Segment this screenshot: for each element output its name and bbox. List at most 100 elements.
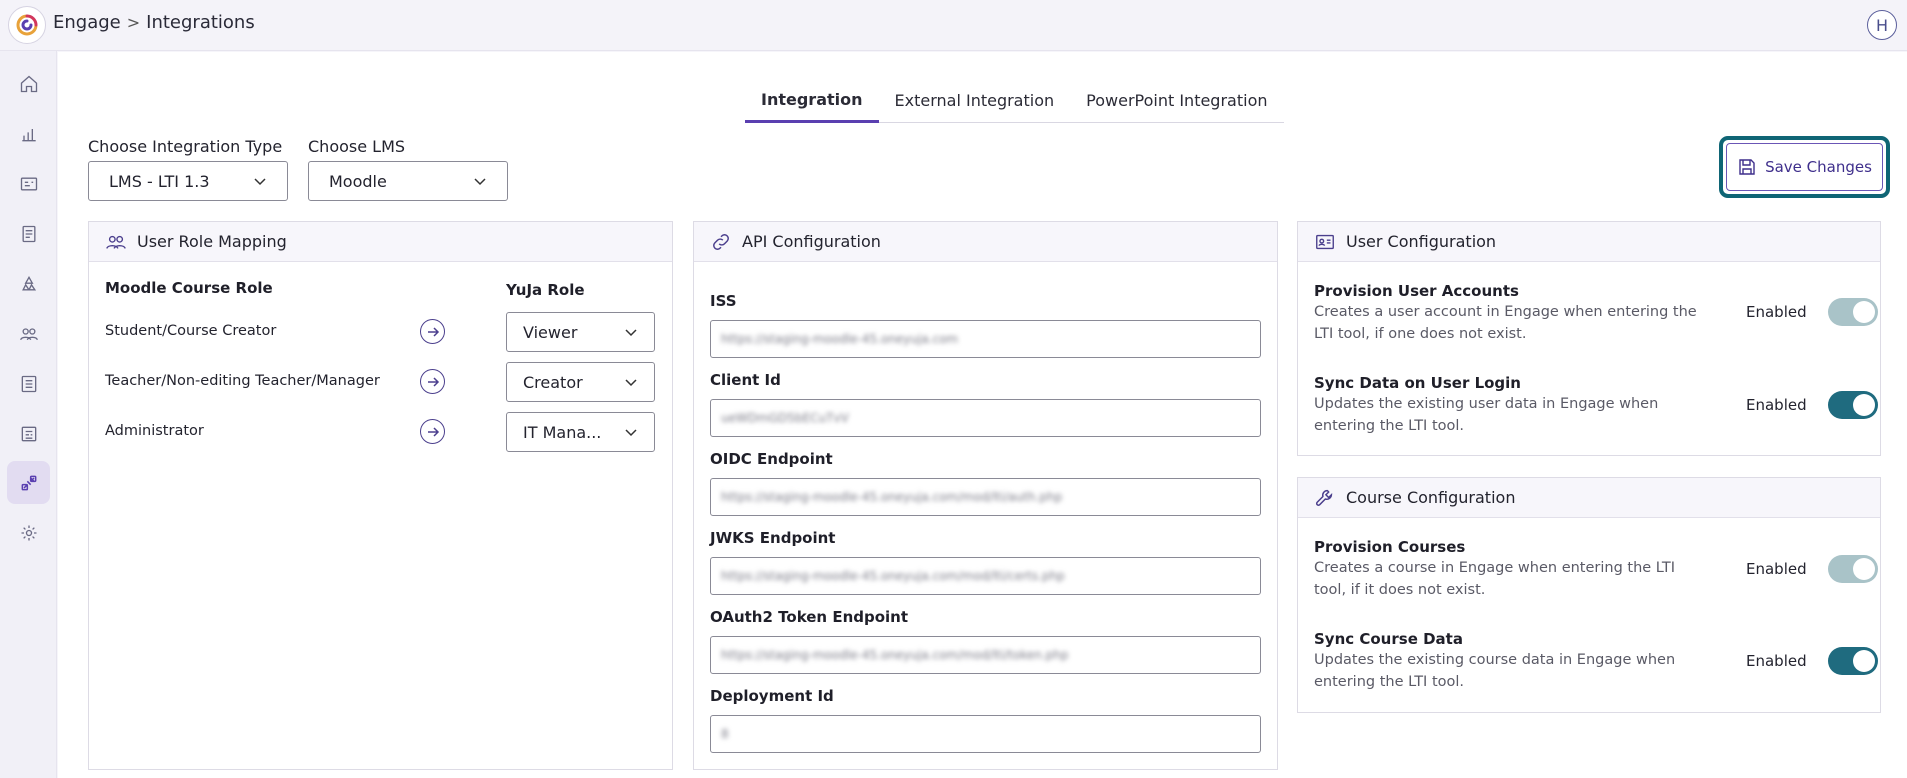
oidc-endpoint-value: https://staging-moodle-45.oneyuja.com/mo… — [721, 490, 1063, 504]
yuja-role-select[interactable]: Creator — [506, 362, 655, 402]
deployment-id-label: Deployment Id — [710, 687, 834, 705]
iss-input[interactable]: https://staging-moodle-45.oneyuja.com — [710, 320, 1261, 358]
tab-powerpoint-integration[interactable]: PowerPoint Integration — [1070, 78, 1283, 123]
chevron-down-icon — [625, 329, 637, 337]
integration-type-value: LMS - LTI 1.3 — [109, 171, 210, 191]
toggle-knob — [1853, 394, 1875, 416]
lms-label: Choose LMS — [308, 137, 406, 156]
user-configuration-header: User Configuration — [1298, 222, 1880, 262]
sync-course-data-toggle[interactable] — [1828, 647, 1878, 675]
chevron-down-icon — [474, 178, 486, 186]
lms-role-name: Administrator — [105, 423, 204, 439]
lms-role-name: Teacher/Non-editing Teacher/Manager — [105, 373, 380, 389]
lms-role-name: Student/Course Creator — [105, 323, 277, 339]
user-configuration-title: User Configuration — [1346, 232, 1497, 251]
provision-user-accounts-status: Enabled — [1746, 303, 1807, 321]
yuja-role-select[interactable]: Viewer — [506, 312, 655, 352]
breadcrumb-page: Integrations — [146, 12, 255, 33]
iss-value: https://staging-moodle-45.oneyuja.com — [721, 332, 959, 346]
client-id-value: ueWDmGD5bECuTvV — [721, 411, 849, 425]
wrench-icon — [1315, 489, 1333, 506]
arrow-right-icon — [420, 419, 445, 444]
provision-user-accounts-toggle[interactable] — [1828, 298, 1878, 326]
sync-data-on-user-login-title: Sync Data on User Login — [1314, 374, 1521, 392]
save-button-focus-ring: Save Changes — [1719, 136, 1890, 198]
course-configuration-title: Course Configuration — [1346, 488, 1516, 507]
oauth2-token-endpoint-value: https://staging-moodle-45.oneyuja.com/mo… — [721, 648, 1069, 662]
link-icon — [713, 233, 729, 250]
course-configuration-panel: Course Configuration Provision Courses C… — [1297, 477, 1881, 713]
gear-icon[interactable] — [7, 511, 50, 554]
provision-courses-desc: Creates a course in Engage when entering… — [1314, 560, 1676, 598]
provision-courses-toggle[interactable] — [1828, 555, 1878, 583]
save-icon — [1739, 159, 1755, 175]
deployment-id-value: 8 — [721, 727, 729, 741]
provision-courses-title: Provision Courses — [1314, 538, 1466, 556]
breadcrumb-app[interactable]: Engage — [53, 12, 121, 33]
user-role-mapping-panel: User Role Mapping Moodle Course Role YuJ… — [88, 221, 673, 770]
oidc-endpoint-input[interactable]: https://staging-moodle-45.oneyuja.com/mo… — [710, 478, 1261, 516]
client-id-label: Client Id — [710, 371, 781, 389]
yuja-role-value: Viewer — [523, 322, 578, 342]
lms-select[interactable]: Moodle — [308, 161, 508, 201]
chevron-down-icon — [625, 379, 637, 387]
engage-logo[interactable] — [8, 6, 46, 44]
yuja-role-value: Creator — [523, 372, 583, 392]
avatar[interactable]: H — [1867, 10, 1897, 40]
user-configuration-panel: User Configuration Provision User Accoun… — [1297, 221, 1881, 456]
api-configuration-header: API Configuration — [694, 222, 1277, 262]
chevron-down-icon — [625, 429, 637, 437]
sync-data-on-user-login-status: Enabled — [1746, 396, 1807, 414]
save-changes-button[interactable]: Save Changes — [1726, 143, 1883, 191]
save-changes-label: Save Changes — [1765, 158, 1872, 176]
users-icon — [106, 235, 126, 249]
oauth2-token-endpoint-label: OAuth2 Token Endpoint — [710, 608, 909, 626]
sync-course-data-desc: Updates the existing course data in Enga… — [1314, 652, 1676, 690]
yuja-role-value: IT Mana... — [523, 422, 602, 442]
user-role-mapping-header: User Role Mapping — [89, 222, 672, 262]
home-icon[interactable] — [7, 62, 50, 105]
client-id-input[interactable]: ueWDmGD5bECuTvV — [710, 399, 1261, 437]
provision-user-accounts-title: Provision User Accounts — [1314, 282, 1519, 300]
provision-courses-status: Enabled — [1746, 560, 1807, 578]
tab-bar: Integration External Integration PowerPo… — [745, 78, 1284, 123]
oauth2-token-endpoint-input[interactable]: https://staging-moodle-45.oneyuja.com/mo… — [710, 636, 1261, 674]
deployment-id-input[interactable]: 8 — [710, 715, 1261, 753]
chevron-down-icon — [254, 178, 266, 186]
tab-external-integration[interactable]: External Integration — [879, 78, 1071, 123]
jwks-endpoint-label: JWKS Endpoint — [710, 529, 836, 547]
api-configuration-title: API Configuration — [742, 232, 881, 251]
arrow-right-icon — [420, 369, 445, 394]
book-icon[interactable] — [7, 412, 50, 455]
toggle-knob — [1853, 650, 1875, 672]
id-card-icon — [1316, 234, 1334, 249]
user-role-mapping-title: User Role Mapping — [137, 232, 287, 251]
sync-data-on-user-login-desc: Updates the existing user data in Engage… — [1314, 396, 1659, 434]
sync-course-data-status: Enabled — [1746, 652, 1807, 670]
jwks-endpoint-input[interactable]: https://staging-moodle-45.oneyuja.com/mo… — [710, 557, 1261, 595]
lms-value: Moodle — [329, 171, 387, 191]
list-icon[interactable] — [7, 362, 50, 405]
tab-integration[interactable]: Integration — [745, 78, 879, 123]
yuja-role-select[interactable]: IT Mana... — [506, 412, 655, 452]
integration-type-label: Choose Integration Type — [88, 137, 283, 156]
toggle-knob — [1853, 558, 1875, 580]
breadcrumb: Engage > Integrations — [53, 12, 255, 33]
toggle-knob — [1853, 301, 1875, 323]
provision-user-accounts-desc: Creates a user account in Engage when en… — [1314, 304, 1697, 342]
integrations-icon[interactable] — [7, 461, 50, 504]
id-card-icon[interactable] — [7, 162, 50, 205]
jwks-endpoint-value: https://staging-moodle-45.oneyuja.com/mo… — [721, 569, 1065, 583]
integration-type-select[interactable]: LMS - LTI 1.3 — [88, 161, 288, 201]
logo-icon — [16, 14, 38, 36]
oidc-endpoint-label: OIDC Endpoint — [710, 450, 833, 468]
sync-data-on-user-login-toggle[interactable] — [1828, 391, 1878, 419]
bar-chart-icon[interactable] — [7, 112, 50, 155]
api-configuration-panel: API Configuration ISS https://staging-mo… — [693, 221, 1278, 770]
document-icon[interactable] — [7, 212, 50, 255]
top-bar: Engage > Integrations H — [0, 0, 1907, 51]
recycle-icon[interactable] — [7, 262, 50, 305]
lms-role-header: Moodle Course Role — [105, 279, 273, 297]
yuja-role-header: YuJa Role — [506, 281, 585, 299]
users-icon[interactable] — [7, 312, 50, 355]
